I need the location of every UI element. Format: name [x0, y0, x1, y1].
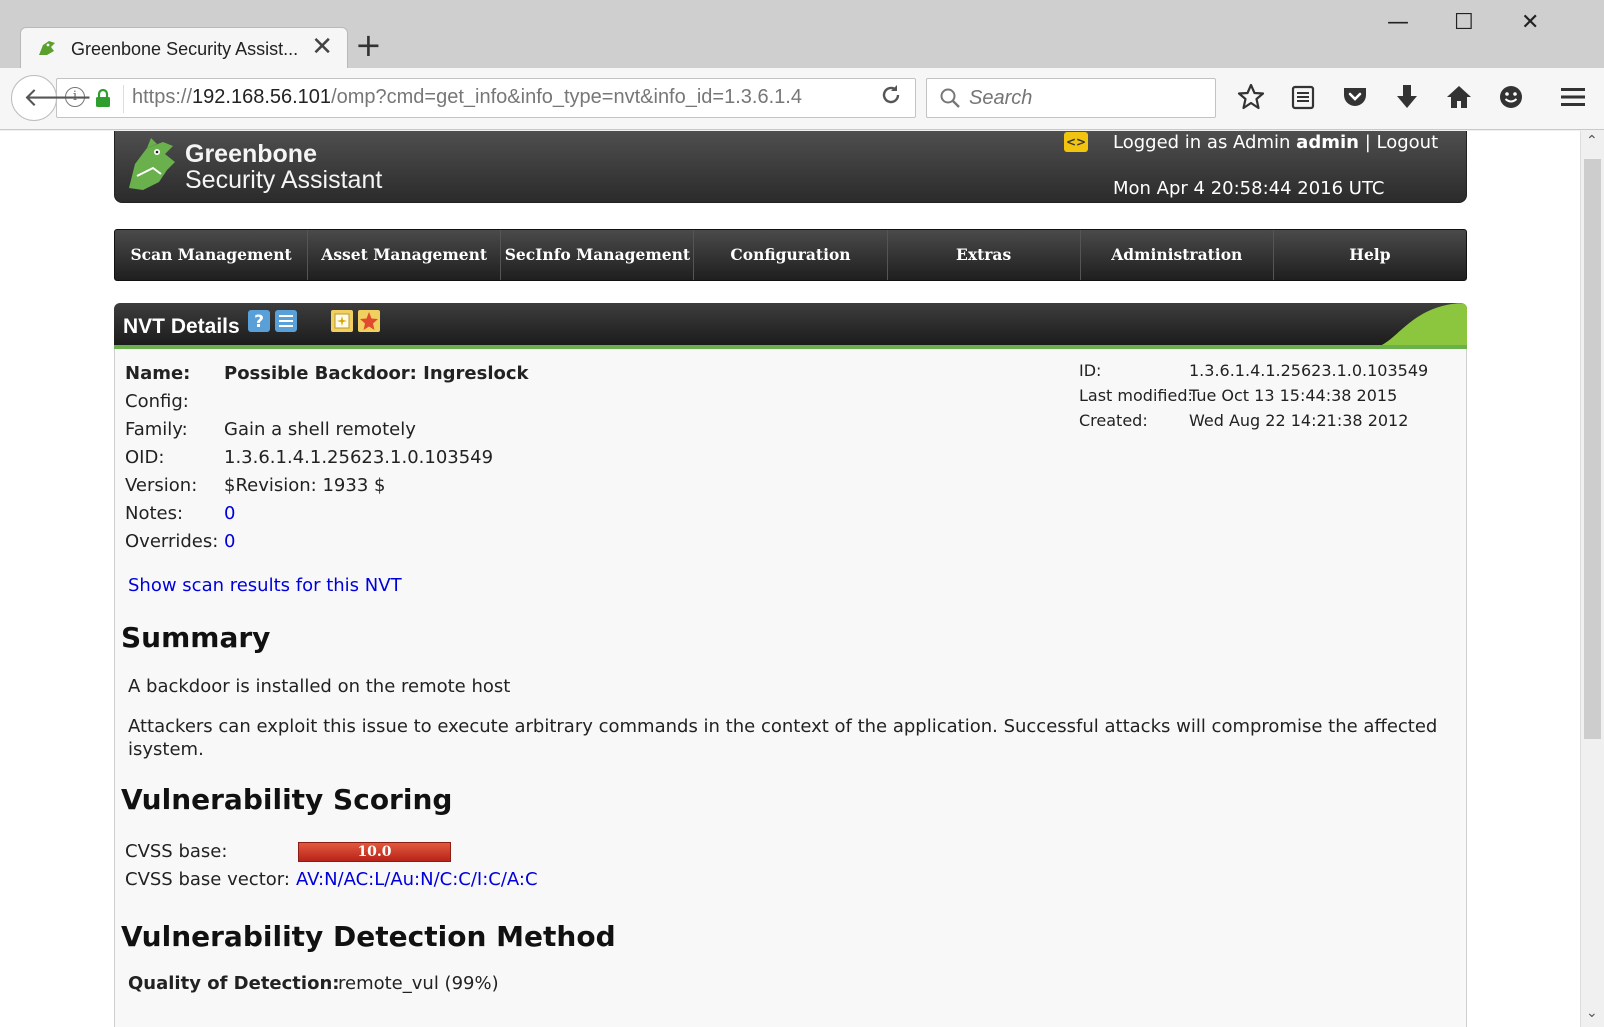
gsa-header: Greenbone Security Assistant <> Logged i… [114, 131, 1467, 203]
oid-value: 1.3.6.1.4.1.25623.1.0.103549 [224, 447, 494, 468]
version-label: Version: [125, 475, 198, 496]
language-icon[interactable]: <> [1064, 132, 1088, 152]
cvss-base-label: CVSS base: [125, 841, 228, 862]
list-icon[interactable] [274, 309, 298, 333]
notes-link[interactable]: 0 [224, 503, 235, 524]
scoring-heading: Vulnerability Scoring [121, 783, 453, 816]
summary-heading: Summary [121, 621, 271, 654]
detection-heading: Vulnerability Detection Method [121, 920, 616, 953]
home-icon[interactable] [1444, 82, 1474, 112]
new-tab-button[interactable]: + [355, 28, 382, 62]
brand-line-1: Greenbone [185, 140, 317, 168]
hello-icon[interactable] [1496, 82, 1526, 112]
family-label: Family: [125, 419, 188, 440]
header-green-swoosh [1381, 303, 1467, 345]
nvt-name: Possible Backdoor: Ingreslock [224, 363, 529, 384]
search-icon [940, 88, 960, 108]
vertical-scrollbar[interactable]: ⌃ ⌄ [1580, 131, 1604, 1027]
maximize-button[interactable]: ☐ [1454, 10, 1474, 35]
notes-label: Notes: [125, 503, 184, 524]
browser-titlebar: Greenbone Security Assist... ✕ + — ☐ ✕ [0, 0, 1604, 68]
menu-scan-management[interactable]: Scan Management [115, 230, 309, 280]
new-override-icon[interactable] [357, 309, 381, 333]
url-bar[interactable]: i https://192.168.56.101/omp?cmd=get_inf… [56, 78, 916, 118]
overrides-label: Overrides: [125, 531, 219, 552]
menu-secinfo-management[interactable]: SecInfo Management [501, 230, 695, 280]
pocket-icon[interactable] [1340, 82, 1370, 112]
scrollbar-thumb[interactable] [1584, 159, 1601, 739]
nvt-details-content: Name: Possible Backdoor: Ingreslock Conf… [114, 349, 1467, 1027]
server-datetime: Mon Apr 4 20:58:44 2016 UTC [1113, 178, 1385, 199]
scroll-up-icon[interactable]: ⌃ [1586, 133, 1598, 149]
bookmark-star-icon[interactable] [1236, 82, 1266, 112]
login-separator: | [1364, 132, 1371, 153]
minimize-button[interactable]: — [1387, 10, 1409, 35]
browser-navbar: i https://192.168.56.101/omp?cmd=get_inf… [0, 68, 1604, 130]
logout-link[interactable]: Logout [1377, 132, 1439, 153]
version-value: $Revision: 1933 $ [224, 475, 386, 496]
url-text[interactable]: https://192.168.56.101/omp?cmd=get_info&… [132, 86, 884, 109]
created-value: Wed Aug 22 14:21:38 2012 [1189, 411, 1409, 430]
show-scan-results-link[interactable]: Show scan results for this NVT [128, 575, 402, 596]
scroll-down-icon[interactable]: ⌄ [1586, 1005, 1598, 1021]
name-label: Name: [125, 363, 191, 384]
svg-text:?: ? [254, 312, 264, 332]
reading-list-icon[interactable] [1288, 82, 1318, 112]
id-value: 1.3.6.1.4.1.25623.1.0.103549 [1189, 361, 1429, 380]
overrides-link[interactable]: 0 [224, 531, 235, 552]
modified-label: Last modified: [1079, 386, 1193, 405]
new-note-icon[interactable] [330, 309, 354, 333]
brand-line-2: Security Assistant [185, 166, 383, 194]
summary-line-2: Attackers can exploit this issue to exec… [128, 716, 1438, 760]
greenbone-favicon-icon [39, 41, 55, 55]
url-host: 192.168.56.101 [192, 86, 332, 108]
tab-title: Greenbone Security Assist... [71, 39, 299, 59]
username[interactable]: admin [1296, 132, 1359, 153]
menu-administration[interactable]: Administration [1081, 230, 1274, 280]
back-arrow-icon: 🡐 [23, 83, 93, 113]
reload-icon[interactable] [879, 83, 903, 107]
cvss-vector-link[interactable]: AV:N/AC:L/Au:N/C:C/I:C/A:C [296, 869, 538, 890]
oid-label: OID: [125, 447, 165, 468]
close-window-button[interactable]: ✕ [1521, 10, 1539, 35]
menu-asset-management[interactable]: Asset Management [308, 230, 502, 280]
qod-value: remote_vul (99%) [338, 973, 499, 994]
help-icon[interactable]: ? [247, 309, 271, 333]
url-prefix: https:// [132, 86, 193, 108]
download-icon[interactable] [1392, 82, 1422, 112]
logged-in-text: Logged in as Admin [1113, 132, 1291, 153]
section-header: NVT Details ? [114, 303, 1467, 349]
created-label: Created: [1079, 411, 1148, 430]
cvss-base-value: 10.0 [357, 844, 392, 860]
cvss-severity-bar: 10.0 [298, 842, 451, 862]
id-label: ID: [1079, 361, 1102, 380]
url-separator [123, 85, 124, 113]
page-viewport: Greenbone Security Assistant <> Logged i… [0, 131, 1580, 1027]
modified-value: Tue Oct 13 15:44:38 2015 [1189, 386, 1398, 405]
back-button[interactable]: 🡐 [11, 75, 93, 121]
url-path: /omp?cmd=get_info&info_type=nvt&info_id=… [331, 86, 802, 108]
search-input[interactable] [967, 85, 1207, 111]
menu-help[interactable]: Help [1274, 230, 1466, 280]
search-box[interactable] [926, 78, 1216, 118]
login-info: Logged in as Admin admin | Logout [1113, 132, 1438, 153]
family-value: Gain a shell remotely [224, 419, 416, 440]
main-menu: Scan Management Asset Management SecInfo… [114, 229, 1467, 281]
menu-configuration[interactable]: Configuration [694, 230, 888, 280]
summary-line-1: A backdoor is installed on the remote ho… [128, 676, 511, 697]
qod-label: Quality of Detection: [128, 973, 340, 994]
cvss-vector-label: CVSS base vector: [125, 869, 290, 890]
browser-tab[interactable]: Greenbone Security Assist... ✕ [20, 27, 348, 68]
menu-extras[interactable]: Extras [888, 230, 1081, 280]
menu-hamburger-icon[interactable] [1558, 82, 1588, 112]
section-title: NVT Details [123, 315, 240, 338]
config-label: Config: [125, 391, 189, 412]
lock-icon[interactable] [95, 88, 111, 108]
tab-close-icon[interactable]: ✕ [311, 32, 333, 62]
greenbone-logo-icon [129, 138, 175, 190]
